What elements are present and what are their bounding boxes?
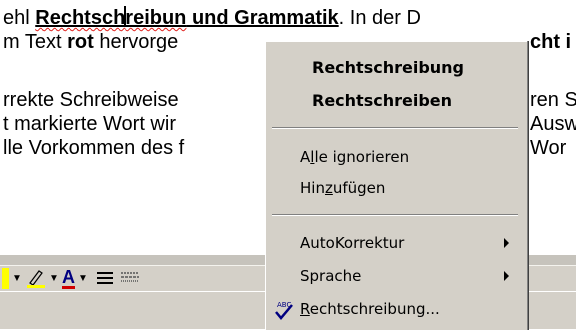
dash-style-icon xyxy=(121,272,139,282)
spelling-context-menu: Rechtschreibung Rechtschreiben Alle igno… xyxy=(265,41,527,330)
text-line-3-right: ren S xyxy=(530,89,576,111)
text-line-2: m Text rot hervorge xyxy=(3,31,179,53)
highlighter-icon xyxy=(2,267,9,289)
submenu-arrow-icon xyxy=(504,238,509,248)
spelling-dialog-item[interactable]: ABC Rechtschreibung... xyxy=(266,296,521,324)
language-item[interactable]: Sprache xyxy=(266,263,521,291)
bold-underlined-text: und Grammatik xyxy=(186,7,339,29)
misspelled-word[interactable]: Rechtschreibun xyxy=(35,6,186,29)
text-line-4: t markierte Wort wir xyxy=(3,113,176,135)
menu-separator xyxy=(272,214,518,216)
text-fragment: ehl xyxy=(3,7,36,29)
line-color-button[interactable]: ▼ xyxy=(26,267,59,289)
chevron-down-icon[interactable]: ▼ xyxy=(49,273,59,284)
chevron-down-icon[interactable]: ▼ xyxy=(12,273,22,284)
text-line-3: rrekte Schreibweise xyxy=(3,89,179,111)
line-style-button[interactable] xyxy=(96,267,114,289)
bold-word: rot xyxy=(67,31,94,53)
pen-icon xyxy=(27,270,45,288)
spelling-check-icon: ABC xyxy=(275,301,293,320)
menu-separator xyxy=(272,127,518,129)
text-fragment: . In der D xyxy=(338,7,421,29)
text-line-2-right: cht i xyxy=(530,31,572,53)
text-line-1: ehl Rechtschreibun und Grammatik. In der… xyxy=(3,6,421,30)
text-line-5-right: Wor xyxy=(530,137,567,159)
font-color-icon: A xyxy=(62,266,75,289)
add-to-dictionary-item[interactable]: Hinzufügen xyxy=(266,175,521,203)
chevron-down-icon[interactable]: ▼ xyxy=(78,273,88,284)
submenu-arrow-icon xyxy=(504,271,509,281)
text-line-5: lle Vorkommen des f xyxy=(3,137,185,159)
highlight-button[interactable]: ▼ xyxy=(2,267,22,289)
font-color-button[interactable]: A ▼ xyxy=(62,267,88,289)
line-style-icon xyxy=(97,272,113,284)
autocorrect-item[interactable]: AutoKorrektur xyxy=(266,230,521,258)
suggestion-item[interactable]: Rechtschreiben xyxy=(266,87,521,115)
dash-style-button[interactable] xyxy=(120,267,140,289)
ignore-all-item[interactable]: Alle ignorieren xyxy=(266,144,521,172)
suggestion-item[interactable]: Rechtschreibung xyxy=(266,54,521,82)
text-line-4-right: Ausw xyxy=(530,113,576,135)
